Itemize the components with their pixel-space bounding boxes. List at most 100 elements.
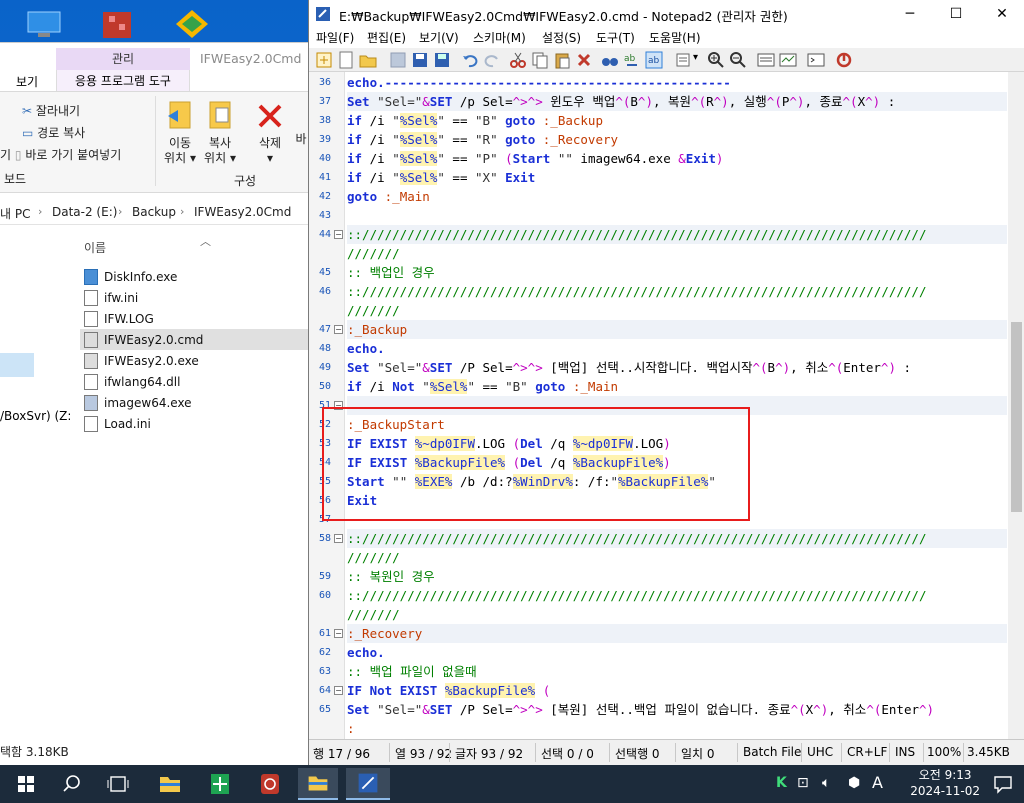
menu-scheme[interactable]: 스키마(M)	[473, 29, 526, 46]
code-line[interactable]: echo.	[347, 339, 1007, 358]
fold-toggle-icon[interactable]: −	[334, 325, 343, 334]
menu-view[interactable]: 보기(V)	[419, 29, 459, 46]
save-as-icon[interactable]	[411, 51, 429, 69]
breadcrumb-drive[interactable]: Data-2 (E:)	[52, 205, 117, 219]
code-line[interactable]: ///////	[347, 244, 1007, 263]
menu-help[interactable]: 도움말(H)	[649, 29, 701, 46]
code-line[interactable]: :_Backup	[347, 320, 1007, 339]
copy-icon[interactable]	[531, 51, 549, 69]
tray-3d-icon[interactable]: ⬢	[848, 775, 860, 791]
scheme-icon[interactable]	[675, 51, 693, 69]
file-item[interactable]: IFWEasy2.0.exe	[80, 350, 310, 371]
nav-selected-item[interactable]	[0, 353, 34, 377]
menu-tools[interactable]: 도구(T)	[596, 29, 635, 46]
code-line[interactable]: if /i "%Sel%" == "P" (Start "" imagew64.…	[347, 149, 1007, 168]
exit-icon[interactable]	[835, 51, 853, 69]
app-icon[interactable]	[170, 6, 214, 42]
tab-manage[interactable]: 관리	[56, 48, 190, 70]
code-line[interactable]	[347, 206, 1007, 225]
code-line[interactable]: :://////////////////////////////////////…	[347, 586, 1007, 605]
editor[interactable]: 36 37 38 39 40 41 42 43 44−45 46 47−48 49 50 51−52 53 5…	[309, 72, 1024, 739]
new-document-icon[interactable]	[337, 51, 355, 69]
delete-icon[interactable]	[575, 51, 593, 69]
code-line[interactable]: :: 백업 파일이 없을때	[347, 662, 1007, 681]
cut-button[interactable]: ✂ 잘라내기	[22, 102, 80, 119]
zoom-out-icon[interactable]	[729, 51, 747, 69]
code-line[interactable]: ///////	[347, 301, 1007, 320]
ime-indicator[interactable]: A	[872, 773, 883, 792]
menu-settings[interactable]: 설정(S)	[542, 29, 581, 46]
fold-toggle-icon[interactable]: −	[334, 230, 343, 239]
red-app-icon[interactable]	[250, 768, 290, 800]
task-view-icon[interactable]	[98, 768, 138, 800]
paste-icon[interactable]	[553, 51, 571, 69]
minimize-button[interactable]: ─	[887, 0, 933, 28]
open-folder-icon[interactable]	[359, 51, 377, 69]
code-line[interactable]: Set "Sel="&SET /P Sel=^>^> [복원] 선택..백업 파…	[347, 700, 1007, 719]
scheme-dropdown-icon[interactable]: ▾	[693, 52, 698, 63]
file-explorer-icon[interactable]	[150, 768, 190, 800]
code-line[interactable]: if /i "%Sel%" == "R" goto :_Recovery	[347, 130, 1007, 149]
address-bar[interactable]: 내 PC › Data-2 (E:) › Backup › IFWEasy2.0…	[0, 201, 310, 225]
breadcrumb-backup[interactable]: Backup	[132, 205, 176, 219]
file-explorer-open-icon[interactable]	[298, 768, 338, 800]
paste-shortcut-button[interactable]: 기 ▯ 바로 가기 붙여넣기	[0, 146, 121, 163]
cut-icon[interactable]	[509, 51, 527, 69]
code-line[interactable]: if /i Not "%Sel%" == "B" goto :_Main	[347, 377, 1007, 396]
code-line[interactable]: ///////	[347, 605, 1007, 624]
this-pc-icon[interactable]	[22, 6, 66, 42]
tab-app-tools[interactable]: 응용 프로그램 도구	[56, 70, 190, 92]
find-icon[interactable]	[601, 51, 619, 69]
code-line[interactable]: IF Not EXIST %BackupFile% (	[347, 681, 1007, 700]
clock[interactable]: 오전 9:13 2024-11-02	[910, 767, 980, 799]
code-line[interactable]: :://////////////////////////////////////…	[347, 225, 1007, 244]
code-line[interactable]: if /i "%Sel%" == "B" goto :_Backup	[347, 111, 1007, 130]
delete-button[interactable]: 삭제 ▾	[252, 100, 288, 166]
vertical-scrollbar[interactable]	[1008, 72, 1024, 739]
status-overtype[interactable]: INS	[895, 745, 915, 759]
start-windows-icon[interactable]	[6, 768, 46, 800]
menu-file[interactable]: 파일(F)	[316, 29, 354, 46]
close-button[interactable]: ✕	[979, 0, 1024, 28]
file-item[interactable]: ifwlang64.dll	[80, 371, 310, 392]
breadcrumb-this-pc[interactable]: 내 PC	[0, 205, 30, 222]
status-encoding[interactable]: UHC	[807, 745, 833, 759]
terminal-icon[interactable]	[807, 51, 825, 69]
undo-icon[interactable]	[461, 51, 479, 69]
new-file-icon[interactable]	[315, 51, 333, 69]
wordwrap-icon[interactable]	[757, 51, 775, 69]
file-item[interactable]: Load.ini	[80, 413, 310, 434]
copy-path-button[interactable]: ▭ 경로 복사	[22, 124, 85, 141]
status-zoom[interactable]: 100%	[927, 745, 961, 759]
tab-view[interactable]: 보기	[16, 73, 38, 90]
code-line[interactable]: if /i "%Sel%" == "X" Exit	[347, 168, 1007, 187]
fold-toggle-icon[interactable]: −	[334, 534, 343, 543]
status-lexer[interactable]: Batch File	[743, 745, 801, 759]
tray-network-icon[interactable]: ⊡	[797, 775, 809, 791]
code-line[interactable]: goto :_Main	[347, 187, 1007, 206]
goto-icon[interactable]: ab	[645, 51, 663, 69]
zoom-in-icon[interactable]	[707, 51, 725, 69]
column-header-name[interactable]: 이름	[84, 239, 106, 256]
code-line[interactable]: echo.	[347, 643, 1007, 662]
code-line[interactable]: :: 복원인 경우	[347, 567, 1007, 586]
code-line[interactable]: :	[347, 719, 1007, 738]
fold-toggle-icon[interactable]: −	[334, 686, 343, 695]
code-line[interactable]: :://////////////////////////////////////…	[347, 282, 1007, 301]
settings-icon[interactable]	[779, 51, 797, 69]
file-item-selected[interactable]: IFWEasy2.0.cmd	[80, 329, 310, 350]
code-line[interactable]: echo.-----------------------------------…	[347, 73, 1007, 92]
tray-volume-icon[interactable]: 🔈︎	[822, 775, 830, 791]
status-eol[interactable]: CR+LF	[847, 745, 887, 759]
file-item[interactable]: DiskInfo.exe	[80, 266, 310, 287]
search-icon[interactable]	[52, 768, 92, 800]
network-icon[interactable]	[95, 6, 139, 42]
nav-item-network-drive[interactable]: /BoxSvr) (Z:	[0, 409, 71, 423]
notification-icon[interactable]	[992, 773, 1014, 795]
code-line[interactable]: ///////	[347, 548, 1007, 567]
file-item[interactable]: imagew64.exe	[80, 392, 310, 413]
menu-edit[interactable]: 편집(E)	[367, 29, 406, 46]
code-line[interactable]: Set "Sel="&SET /p Sel=^>^> 윈도우 백업^(B^), …	[347, 92, 1007, 111]
scrollbar-thumb[interactable]	[1011, 322, 1022, 512]
tray-app-icon[interactable]: K	[776, 775, 787, 791]
